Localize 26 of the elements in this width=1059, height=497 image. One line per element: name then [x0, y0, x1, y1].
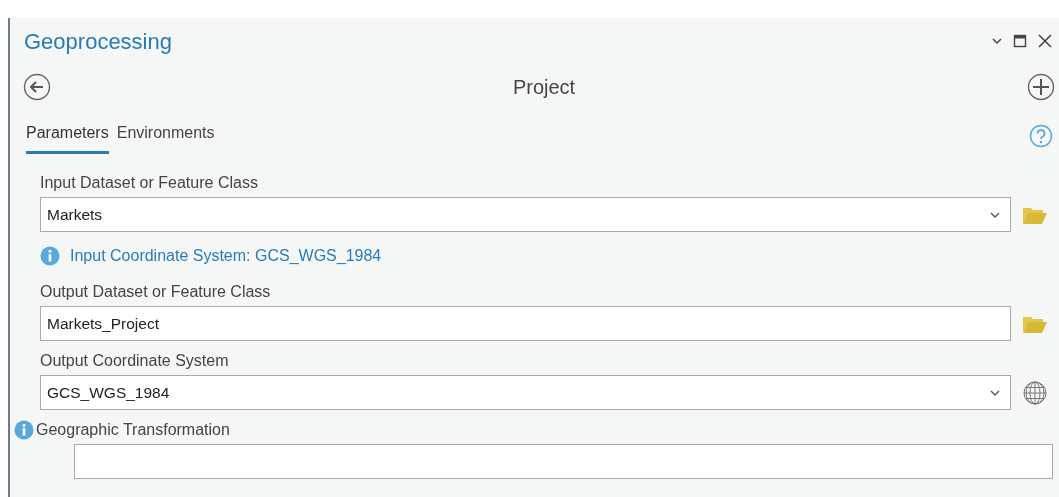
dropdown-caret-icon: [990, 211, 1000, 218]
close-icon[interactable]: [1037, 33, 1053, 49]
pane-title: Geoprocessing: [24, 27, 173, 56]
field-value: GCS_WGS_1984: [47, 382, 171, 403]
parameter-label: Output Dataset or Feature Class: [40, 282, 272, 302]
tool-title: Project: [512, 75, 576, 100]
menu-caret-icon[interactable]: [991, 37, 1003, 45]
coordinate-info-message: Input Coordinate System: GCS_WGS_1984: [70, 246, 382, 266]
add-icon[interactable]: [1027, 73, 1055, 101]
parameter-label: Input Dataset or Feature Class: [40, 173, 259, 193]
info-icon: [14, 420, 34, 440]
globe-icon[interactable]: [1022, 379, 1048, 406]
input-field[interactable]: Markets_Project: [40, 306, 1011, 341]
parameter-label: Output Coordinate System: [40, 351, 230, 371]
maximize-icon[interactable]: [1013, 34, 1027, 48]
dropdown-caret-icon: [990, 389, 1000, 396]
info-icon: [40, 246, 60, 266]
field-value: Markets: [47, 204, 104, 225]
back-icon[interactable]: [23, 73, 51, 101]
parameter-label: Geographic Transformation: [36, 420, 230, 440]
tab[interactable]: Environments: [116, 121, 215, 154]
input-field[interactable]: [74, 444, 1053, 479]
dropdown-field[interactable]: Markets: [40, 197, 1011, 232]
tab[interactable]: Parameters: [26, 121, 109, 154]
field-value: Markets_Project: [47, 313, 160, 334]
dropdown-field[interactable]: GCS_WGS_1984: [40, 375, 1011, 410]
